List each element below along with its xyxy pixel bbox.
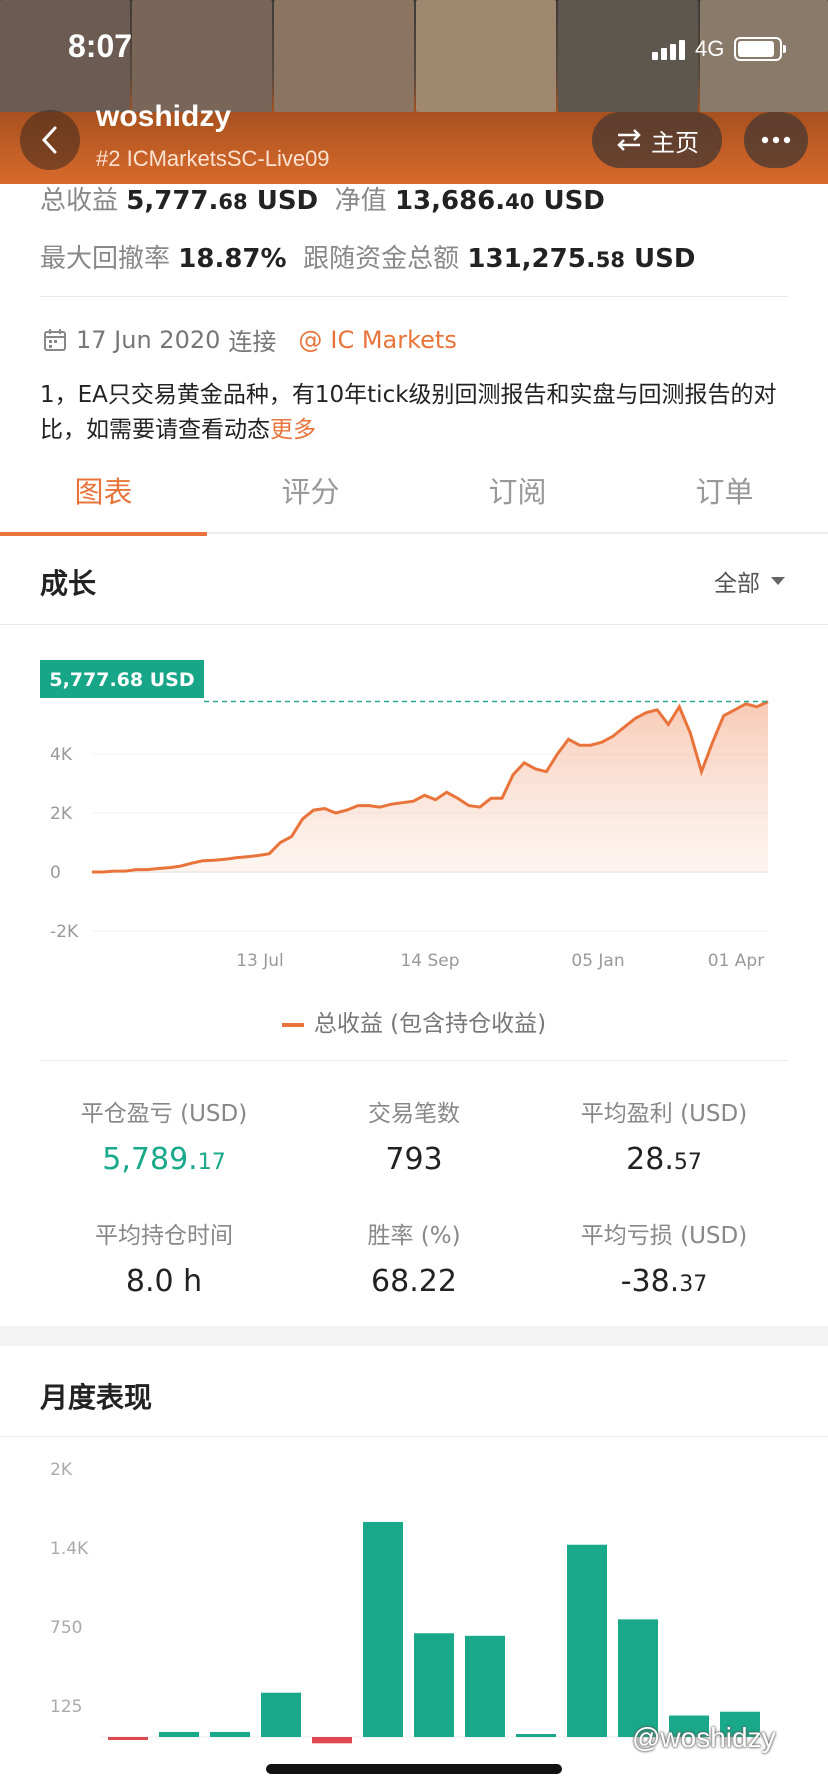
status-time: 8:07 [68, 28, 133, 64]
y-tick-label: 0 [50, 863, 61, 883]
more-dots-icon [761, 136, 791, 144]
monthly-title: 月度表现 [40, 1381, 153, 1414]
metric-avg-profit: 平均盈利 (USD) 28.57 [526, 1094, 802, 1177]
monthly-bar[interactable] [108, 1737, 148, 1740]
monthly-bar[interactable] [312, 1737, 352, 1744]
legend-label: 总收益 (包含持仓收益) [313, 1011, 547, 1037]
home-indicator[interactable] [266, 1764, 562, 1774]
description-text: 1，EA只交易黄金品种，有10年tick级别回测报告和实盘与回测报告的对比，如需… [40, 382, 777, 443]
y-tick-label: 750 [50, 1618, 82, 1638]
connection-label: 连接 [228, 328, 277, 356]
metric-label: 平均持仓时间 [95, 1223, 233, 1249]
metric-closed-pnl: 平仓盈亏 (USD) 5,789.17 [26, 1094, 302, 1177]
signal-icon [652, 38, 685, 60]
x-tick-label: 13 Jul [236, 951, 284, 971]
chart-legend: 总收益 (包含持仓收益) [0, 1004, 828, 1038]
metric-label: 平均亏损 (USD) [580, 1223, 748, 1249]
growth-title: 成长 [40, 567, 97, 600]
stats-row-2: 最大回撤率 18.87% 跟随资金总额 131,275.58 USD [40, 238, 695, 275]
network-type: 4G [695, 36, 725, 61]
monthly-bar[interactable] [567, 1544, 607, 1737]
more-link[interactable]: 更多 [270, 417, 316, 443]
monthly-bar[interactable] [363, 1521, 403, 1737]
metric-avg-loss: 平均亏损 (USD) -38.37 [526, 1216, 802, 1299]
divider [40, 296, 788, 297]
x-tick-label: 01 Apr [708, 951, 764, 971]
watermark: @woshidzy [632, 1722, 776, 1753]
home-button[interactable]: 主页 [592, 112, 722, 168]
account-server: #2 ICMarketsSC-Live09 [96, 146, 330, 171]
followers-funds-label: 跟随资金总额 [303, 244, 460, 274]
at-icon: @ [298, 325, 323, 354]
monthly-bar[interactable] [414, 1633, 454, 1737]
tab-bar: 图表 评分 订阅 订单 [0, 464, 828, 536]
metric-value: -38.37 [620, 1264, 708, 1299]
y-tick-label: -2K [50, 922, 79, 942]
monthly-bar[interactable] [159, 1731, 199, 1737]
tab-chart[interactable]: 图表 [0, 464, 207, 536]
equity-label: 净值 [334, 186, 387, 216]
growth-area [92, 701, 768, 872]
monthly-bar[interactable] [261, 1692, 301, 1737]
caret-down-icon [771, 577, 785, 585]
drawdown-label: 最大回撤率 [40, 244, 171, 274]
tab-rating[interactable]: 评分 [207, 464, 414, 532]
tab-subscription[interactable]: 订阅 [414, 464, 621, 532]
metric-trades: 交易笔数 793 [276, 1094, 552, 1177]
connection-info: 17 Jun 2020 连接 @ IC Markets [42, 322, 457, 357]
calendar-icon [44, 328, 66, 351]
range-dropdown[interactable]: 全部 [714, 564, 786, 598]
y-tick-label: 1.4K [50, 1539, 89, 1559]
profile-header: 8:07 4G woshidzy #2 ICMarketsSC-Live09 主… [0, 0, 828, 184]
monthly-bar[interactable] [516, 1734, 556, 1737]
divider [0, 1436, 828, 1437]
drawdown-value: 18.87% [178, 244, 287, 274]
metric-value: 68.22 [371, 1264, 457, 1299]
status-indicators: 4G [652, 36, 787, 62]
equity-value: 13,686.40 USD [394, 186, 605, 216]
section-separator [0, 1326, 828, 1346]
strategy-description: 1，EA只交易黄金品种，有10年tick级别回测报告和实盘与回测报告的对比，如需… [40, 378, 792, 448]
metric-value: 8.0 h [125, 1264, 203, 1299]
monthly-bar[interactable] [618, 1619, 658, 1737]
tab-orders[interactable]: 订单 [621, 464, 828, 532]
metric-win-rate: 胜率 (%) 68.22 [276, 1216, 552, 1299]
divider [40, 1060, 788, 1061]
x-tick-label: 14 Sep [400, 951, 459, 971]
divider [0, 624, 828, 625]
metric-label: 交易笔数 [368, 1101, 460, 1127]
trader-name: woshidzy [96, 100, 232, 133]
y-tick-label: 2K [50, 1460, 73, 1480]
metric-value: 28.57 [626, 1142, 702, 1177]
home-button-label: 主页 [651, 128, 699, 157]
metric-value: 5,789.17 [102, 1142, 226, 1177]
y-tick-label: 125 [50, 1697, 82, 1717]
connection-date: 17 Jun 2020 [76, 325, 221, 354]
stats-row-1: 总收益 5,777.68 USD 净值 13,686.40 USD [40, 180, 605, 217]
metric-avg-hold: 平均持仓时间 8.0 h [26, 1216, 302, 1299]
swap-icon [617, 129, 641, 151]
monthly-bar[interactable] [210, 1731, 250, 1737]
chevron-left-icon [41, 126, 57, 154]
total-profit-value: 5,777.68 USD [126, 186, 319, 216]
metric-label: 平均盈利 (USD) [580, 1101, 748, 1127]
legend-swatch [281, 1022, 304, 1027]
monthly-bar[interactable] [465, 1635, 505, 1737]
range-value: 全部 [714, 571, 760, 597]
y-tick-label: 4K [50, 745, 73, 765]
broker-link[interactable]: IC Markets [330, 326, 456, 354]
growth-chart[interactable]: 5,777.68 USD 4K 2K 0 -2K 13 Jul 14 Sep 05 Jan… [0, 640, 828, 980]
metric-label: 平仓盈亏 (USD) [80, 1101, 248, 1127]
more-button[interactable] [744, 112, 808, 168]
monthly-chart[interactable]: 2K 1.4K 750 125 [0, 1450, 828, 1750]
y-tick-label: 2K [50, 804, 73, 824]
followers-funds-value: 131,275.58 USD [467, 244, 696, 274]
x-tick-label: 05 Jan [571, 951, 624, 971]
current-value-label: 5,777.68 USD [49, 669, 194, 691]
battery-icon [734, 37, 787, 61]
total-profit-label: 总收益 [40, 186, 119, 216]
metric-value: 793 [385, 1142, 443, 1177]
metric-label: 胜率 (%) [367, 1223, 461, 1249]
back-button[interactable] [20, 110, 80, 170]
